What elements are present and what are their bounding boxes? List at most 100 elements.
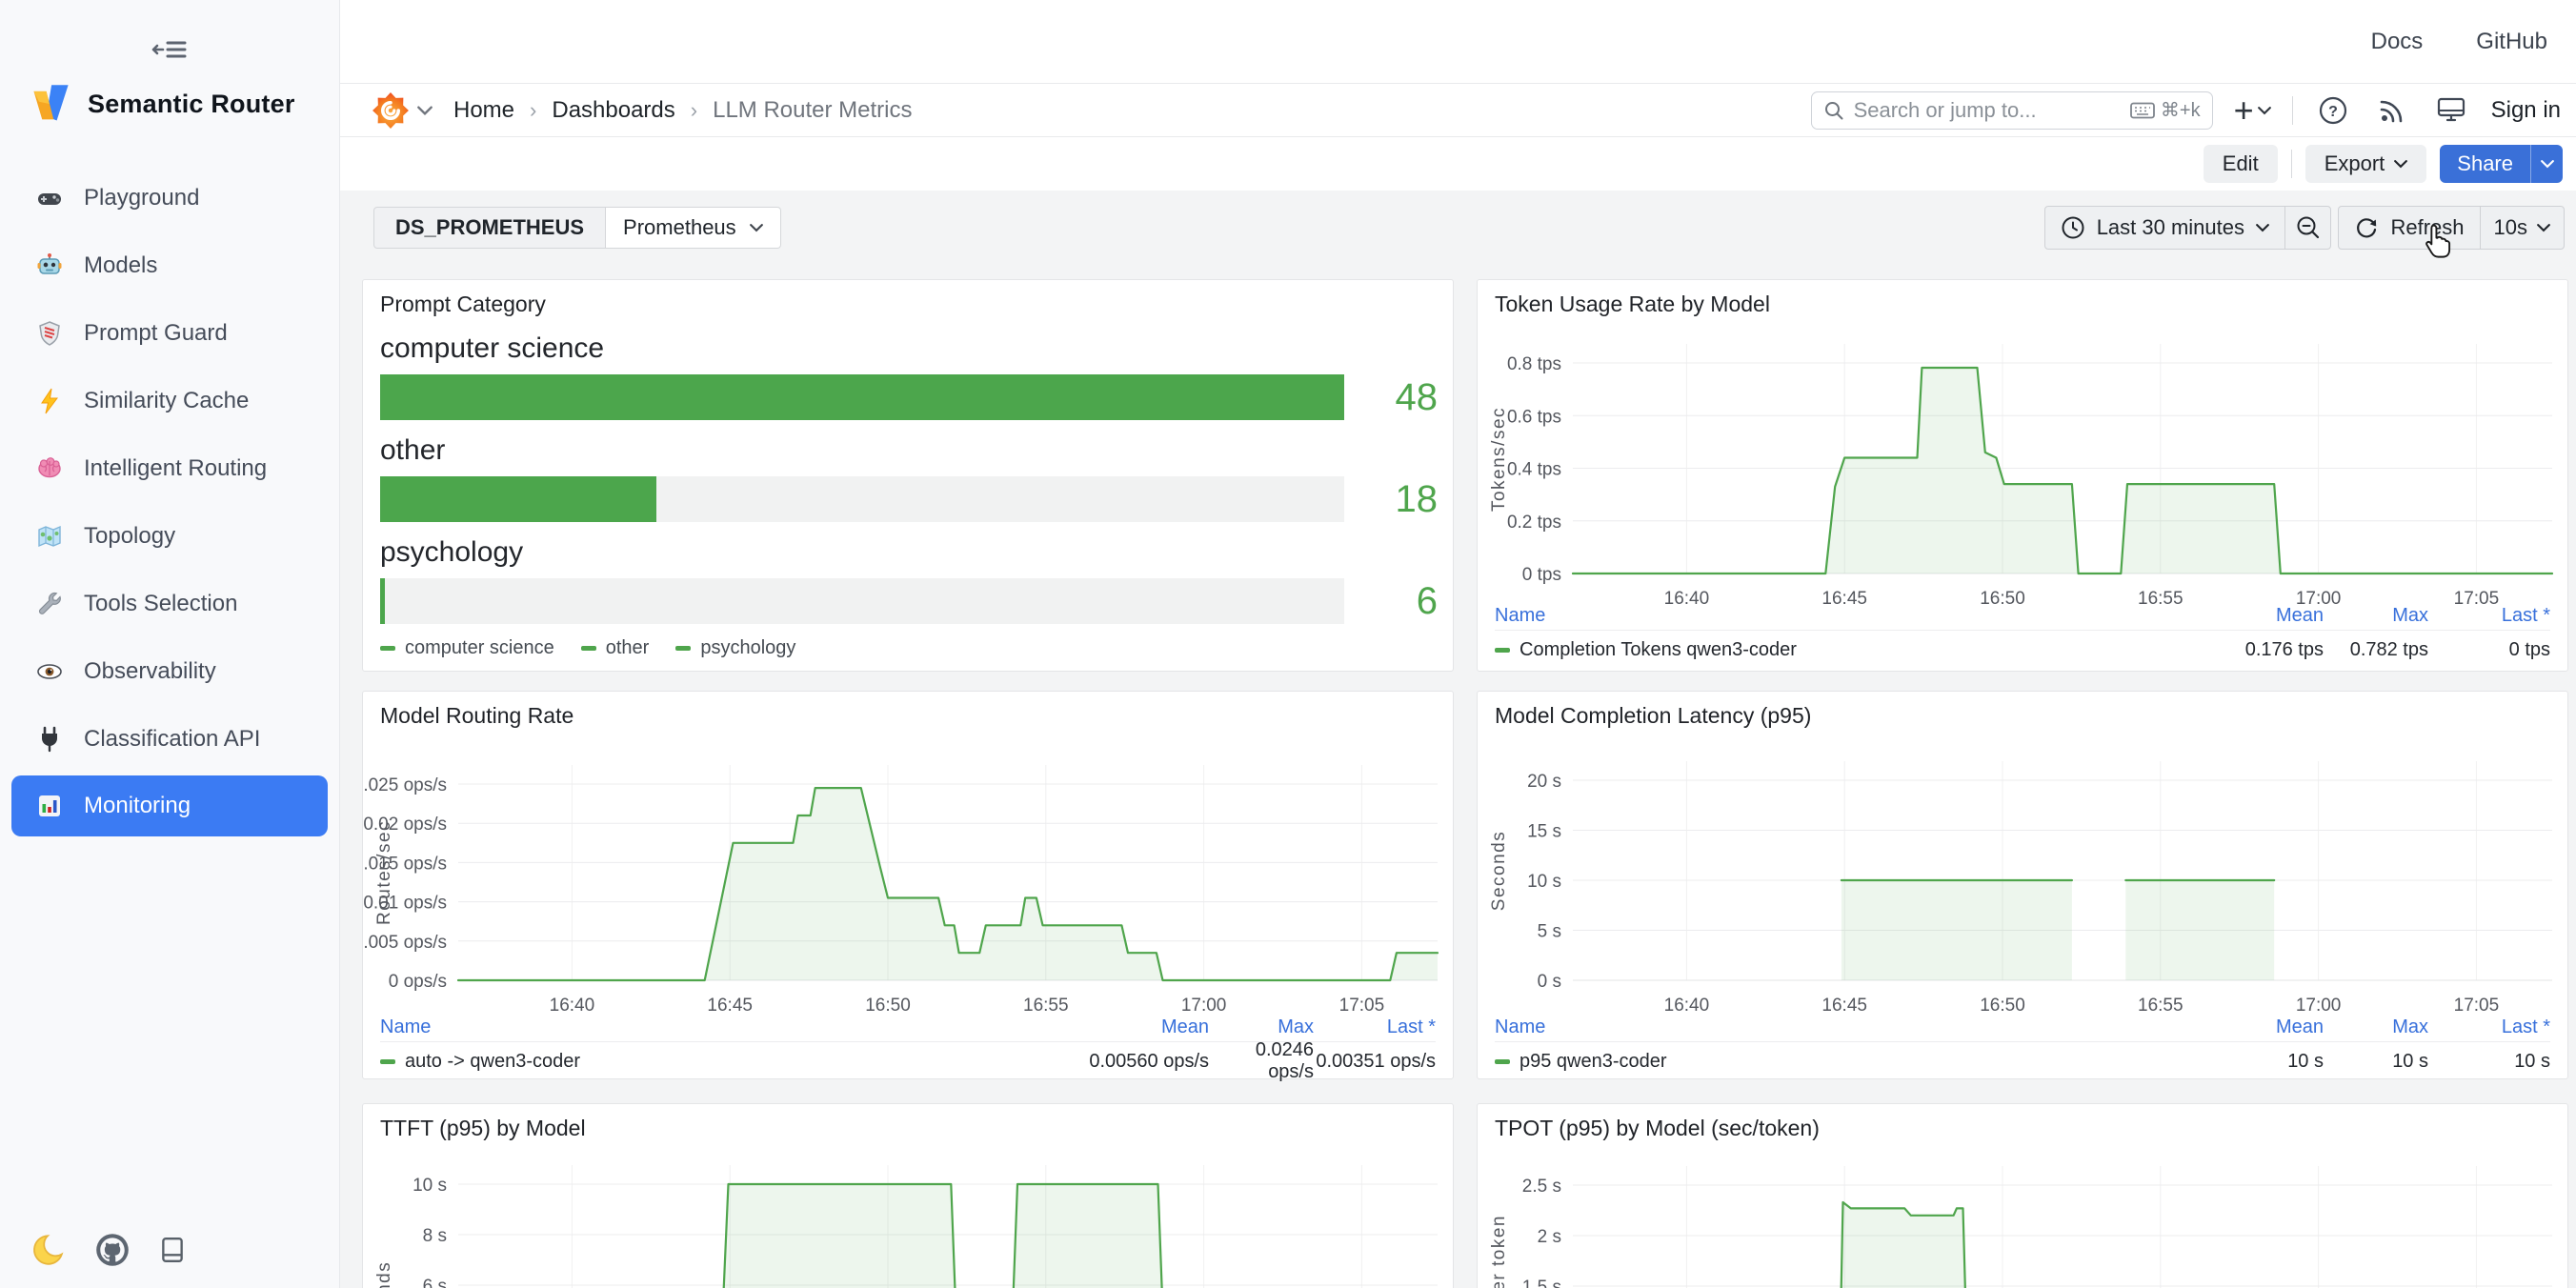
sidebar-item-label: Playground (84, 185, 199, 211)
sidebar-item-observability[interactable]: Observability (0, 637, 339, 705)
svg-text:15 s: 15 s (1527, 822, 1561, 842)
sidebar-item-similarity-cache[interactable]: Similarity Cache (0, 367, 339, 434)
legend-header-max[interactable]: Max (2324, 605, 2428, 627)
svg-text:16:55: 16:55 (1023, 996, 1069, 1016)
sidebar-item-label: Classification API (84, 726, 260, 753)
breadcrumb-separator: › (530, 98, 536, 123)
svg-text:16:45: 16:45 (707, 996, 753, 1016)
panel-tpot: TPOT (p95) by Model (sec/token) 16:4016:… (1477, 1103, 2568, 1288)
breadcrumb-dashboards[interactable]: Dashboards (552, 97, 674, 124)
panel-legend: computer science other psychology (380, 637, 795, 659)
panel-ttft: TTFT (p95) by Model 16:4016:4516:5016:55… (362, 1103, 1454, 1288)
svg-text:8 s: 8 s (423, 1226, 447, 1246)
legend-table: Name Mean Max Last * p95 qwen3-coder 10 … (1495, 1014, 2550, 1080)
refresh-button[interactable]: Refresh (2339, 207, 2479, 249)
series-mean: 0.176 tps (2133, 639, 2324, 661)
wrench-icon (36, 591, 63, 617)
breadcrumb-separator: › (691, 98, 697, 123)
share-button[interactable]: Share (2440, 145, 2530, 183)
help-button[interactable]: ? (2314, 91, 2352, 130)
legend-row: p95 qwen3-coder 10 s 10 s 10 s (1495, 1042, 2550, 1080)
legend-item[interactable]: computer science (380, 637, 554, 659)
sidebar-item-playground[interactable]: Playground (0, 164, 339, 231)
panel-model-routing: Model Routing Rate 16:4016:4516:5016:551… (362, 691, 1454, 1079)
datasource-variable-select[interactable]: Prometheus (606, 207, 781, 249)
zoom-out-button[interactable] (2284, 207, 2330, 249)
theme-toggle-moon-icon[interactable] (32, 1233, 67, 1267)
legend-header-last[interactable]: Last * (1314, 1016, 1436, 1038)
sidebar-item-classification-api[interactable]: Classification API (0, 705, 339, 773)
series-last: 0 tps (2428, 639, 2550, 661)
main-area: Docs GitHub Home › Da (340, 0, 2576, 1288)
sidebar-item-topology[interactable]: Topology (0, 502, 339, 570)
news-button[interactable] (2373, 91, 2411, 130)
dashboard-canvas: DS_PROMETHEUS Prometheus Last 30 minutes (340, 191, 2576, 1288)
legend-header-mean[interactable]: Mean (2133, 605, 2324, 627)
series-name[interactable]: auto -> qwen3-coder (380, 1051, 1018, 1073)
grafana-header: Home › Dashboards › LLM Router Metrics S… (340, 84, 2576, 137)
bar-track (380, 476, 1344, 522)
series-swatch (581, 646, 596, 651)
search-shortcut: ⌘+k (2130, 98, 2201, 122)
bar-label: computer science (380, 332, 604, 365)
legend-header-last[interactable]: Last * (2428, 605, 2550, 627)
sidebar-item-tools-selection[interactable]: Tools Selection (0, 570, 339, 637)
svg-text:17:00: 17:00 (2296, 996, 2342, 1016)
page-root: Semantic Router Playground M (0, 0, 2576, 1288)
grafana-logo-icon[interactable] (372, 91, 410, 130)
legend-header-mean[interactable]: Mean (1018, 1016, 1209, 1038)
time-range-picker[interactable]: Last 30 minutes (2045, 207, 2284, 249)
github-icon[interactable] (95, 1233, 130, 1267)
clock-icon (2061, 215, 2085, 240)
brain-icon (36, 455, 63, 482)
sidebar-item-label: Similarity Cache (84, 388, 249, 414)
svg-text:16:40: 16:40 (550, 996, 595, 1016)
sidebar-item-intelligent-routing[interactable]: Intelligent Routing (0, 434, 339, 502)
legend-header-mean[interactable]: Mean (2133, 1016, 2324, 1038)
bar-label: other (380, 434, 445, 467)
org-switcher-chevron-icon[interactable] (417, 105, 433, 116)
svg-text:Seconds: Seconds (374, 1261, 394, 1288)
svg-text:Tokens/sec: Tokens/sec (1489, 407, 1509, 512)
export-button[interactable]: Export (2305, 145, 2427, 183)
svg-text:16:50: 16:50 (1980, 996, 2025, 1016)
legend-header-max[interactable]: Max (2324, 1016, 2428, 1038)
chevron-down-icon (2537, 223, 2550, 232)
legend-header-name[interactable]: Name (380, 1016, 1018, 1038)
sign-in-button[interactable]: Sign in (2491, 97, 2561, 124)
refresh-icon (2354, 215, 2379, 240)
svg-text:10 s: 10 s (1527, 872, 1561, 892)
refresh-interval-select[interactable]: 10s (2480, 207, 2564, 249)
bar-value: 18 (1333, 476, 1438, 522)
sidebar-item-models[interactable]: Models (0, 231, 339, 299)
docs-link[interactable]: Docs (2371, 29, 2424, 55)
series-name[interactable]: p95 qwen3-coder (1495, 1051, 2133, 1073)
book-icon[interactable] (158, 1235, 187, 1265)
legend-header-last[interactable]: Last * (2428, 1016, 2550, 1038)
sidebar-item-monitoring[interactable]: Monitoring (11, 775, 328, 836)
svg-text:0.2 tps: 0.2 tps (1507, 513, 1561, 533)
bar-label: psychology (380, 536, 523, 569)
zoom-out-icon (2295, 214, 2322, 241)
legend-header-max[interactable]: Max (1209, 1016, 1314, 1038)
bar-chart-icon (36, 793, 63, 819)
breadcrumb-home[interactable]: Home (453, 97, 514, 124)
search-input[interactable]: Search or jump to... ⌘+k (1811, 91, 2213, 130)
svg-text:0 s: 0 s (1538, 972, 1561, 992)
edit-button[interactable]: Edit (2204, 145, 2278, 183)
share-menu-button[interactable] (2530, 145, 2563, 183)
kiosk-mode-button[interactable] (2432, 91, 2470, 130)
app-logo[interactable]: Semantic Router (29, 82, 295, 126)
sidebar: Semantic Router Playground M (0, 0, 340, 1288)
app-logo-text: Semantic Router (88, 90, 295, 119)
sidebar-collapse-icon[interactable] (151, 34, 189, 65)
sidebar-item-prompt-guard[interactable]: Prompt Guard (0, 299, 339, 367)
legend-header-name[interactable]: Name (1495, 605, 2133, 627)
legend-item[interactable]: psychology (675, 637, 795, 659)
github-link[interactable]: GitHub (2476, 29, 2547, 55)
series-name[interactable]: Completion Tokens qwen3-coder (1495, 639, 2133, 661)
legend-header-name[interactable]: Name (1495, 1016, 2133, 1038)
legend-row: auto -> qwen3-coder 0.00560 ops/s 0.0246… (380, 1042, 1436, 1080)
legend-item[interactable]: other (581, 637, 650, 659)
new-button[interactable]: + (2234, 93, 2271, 128)
